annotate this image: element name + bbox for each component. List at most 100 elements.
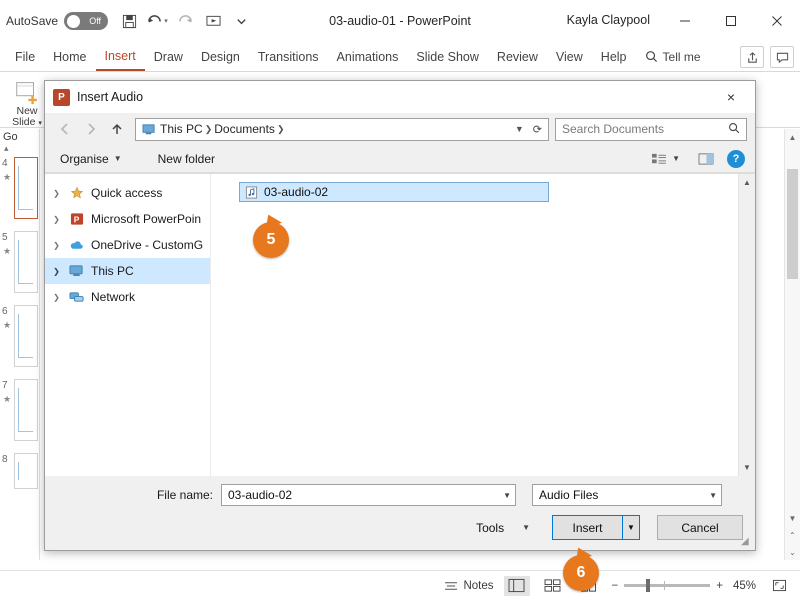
outline-collapse-icon[interactable]: ▴ [0,143,39,154]
breadcrumb-this-pc[interactable]: This PC [140,122,205,136]
computer-icon [68,264,85,278]
insert-button[interactable]: Insert [552,515,622,540]
notes-button[interactable]: Notes [444,580,493,592]
tab-slide-show[interactable]: Slide Show [407,42,488,71]
scroll-down-arrow[interactable]: ▼ [785,510,800,526]
previous-slide-button[interactable]: ⌃ [785,527,800,543]
file-type-select[interactable]: Audio Files ▼ [532,484,722,506]
scrollbar-thumb[interactable] [787,169,798,279]
up-icon[interactable] [105,117,129,141]
scroll-down-arrow[interactable]: ▼ [739,459,755,476]
tree-item-network[interactable]: ❯ Network [45,284,210,310]
view-layout-button[interactable]: ▼ [646,150,685,168]
tab-home[interactable]: Home [44,42,95,71]
expand-chevron-icon[interactable]: ❯ [51,241,62,250]
tree-item-onedrive[interactable]: ❯ OneDrive - CustomG [45,232,210,258]
normal-view-button[interactable] [504,576,530,596]
tab-file[interactable]: File [6,42,44,71]
forward-icon[interactable] [79,117,103,141]
callout-number: 5 [267,231,276,249]
new-folder-button[interactable]: New folder [153,150,220,168]
next-slide-button[interactable]: ⌄ [785,544,800,560]
expand-chevron-icon[interactable]: ❯ [51,215,62,224]
save-icon[interactable] [116,8,142,34]
dialog-close-button[interactable]: × [711,82,751,112]
restore-button[interactable] [708,0,754,42]
thumbnail-row-7[interactable]: 7 ★ [0,376,39,450]
zoom-slider[interactable]: − + [612,580,723,592]
expand-chevron-icon[interactable]: ❯ [51,189,62,198]
tab-review[interactable]: Review [488,42,547,71]
customize-quick-access-icon[interactable] [228,8,254,34]
search-input[interactable]: Search Documents [555,118,747,141]
tab-view[interactable]: View [547,42,592,71]
breadcrumb-documents[interactable]: Documents [212,122,277,136]
zoom-in-button[interactable]: + [716,580,723,592]
tree-item-label: Network [91,290,135,304]
insert-split-button[interactable]: Insert ▼ [552,515,640,540]
share-icon[interactable] [740,46,764,68]
slide-thumbnail[interactable] [14,305,38,367]
close-button[interactable] [754,0,800,42]
zoom-track[interactable] [624,584,710,587]
chevron-down-icon[interactable]: ▼ [498,491,511,500]
file-name-row: File name: 03-audio-02 ▼ Audio Files ▼ [57,484,743,506]
zoom-out-button[interactable]: − [612,580,619,592]
tab-animations[interactable]: Animations [328,42,408,71]
resize-grip[interactable]: ◢ [741,536,753,548]
scroll-up-arrow[interactable]: ▲ [739,174,755,191]
minimize-button[interactable] [662,0,708,42]
tree-item-quick-access[interactable]: ❯ Quick access [45,180,210,206]
thumbnail-row-8[interactable]: 8 [0,450,39,524]
tab-insert[interactable]: Insert [96,42,145,71]
address-bar[interactable]: This PC ❯ Documents ❯ ▼ ⟳ [135,118,549,141]
back-icon[interactable] [53,117,77,141]
tab-draw[interactable]: Draw [145,42,192,71]
expand-chevron-icon[interactable]: ❯ [51,293,62,302]
organise-button[interactable]: Organise ▼ [55,150,127,168]
chevron-down-icon[interactable]: ▼ [704,491,717,500]
svg-text:P: P [73,214,79,224]
tab-help[interactable]: Help [592,42,636,71]
comments-icon[interactable] [770,46,794,68]
preview-pane-button[interactable] [693,150,719,168]
search-icon[interactable] [728,122,740,137]
refresh-icon[interactable]: ⟳ [529,123,546,136]
scroll-up-arrow[interactable]: ▲ [785,129,800,145]
editor-vertical-scrollbar[interactable]: ▲ ▼ ⌃ ⌄ [784,129,800,560]
zoom-handle[interactable] [646,579,650,592]
fit-slide-to-window-button[interactable] [766,576,792,596]
file-name-input[interactable]: 03-audio-02 ▼ [221,484,516,506]
file-list-item[interactable]: 03-audio-02 [239,182,549,202]
thumbnail-row-4[interactable]: 4 ★ [0,154,39,228]
slide-sorter-view-button[interactable] [540,576,566,596]
tree-item-microsoft-powerpoint[interactable]: ❯ P Microsoft PowerPoin [45,206,210,232]
file-list-scrollbar[interactable]: ▲ ▼ [738,174,755,476]
thumbnail-row-5[interactable]: 5 ★ [0,228,39,302]
user-account-name[interactable]: Kayla Claypool [567,13,650,27]
slide-thumbnail[interactable] [14,379,38,441]
autosave-control[interactable]: AutoSave Off [6,12,108,30]
insert-dropdown-arrow[interactable]: ▼ [622,515,640,540]
tab-transitions[interactable]: Transitions [249,42,328,71]
zoom-percentage[interactable]: 45% [733,580,756,592]
tab-design[interactable]: Design [192,42,249,71]
thumbnail-row-6[interactable]: 6 ★ [0,302,39,376]
autosave-toggle[interactable]: Off [64,12,108,30]
start-presentation-icon[interactable] [200,8,226,34]
redo-icon[interactable] [172,8,198,34]
collapse-chevron-icon[interactable]: ❯ [51,267,62,276]
quick-access-toolbar: AutoSave Off ▾ [6,8,254,34]
file-list[interactable]: 03-audio-02 ▲ ▼ [211,174,755,476]
tell-me-search[interactable]: Tell me [636,42,710,71]
tree-item-this-pc[interactable]: ❯ This PC [45,258,210,284]
tools-button[interactable]: Tools ▼ [470,521,536,535]
undo-icon[interactable]: ▾ [144,8,170,34]
help-button[interactable]: ? [727,150,745,168]
slide-thumbnail[interactable] [14,157,38,219]
dialog-navigation-bar: This PC ❯ Documents ❯ ▼ ⟳ Search Documen… [45,113,755,145]
chevron-down-icon[interactable]: ▼ [510,124,529,134]
cancel-button[interactable]: Cancel [657,515,743,540]
slide-thumbnail[interactable] [14,453,38,489]
slide-thumbnail[interactable] [14,231,38,293]
